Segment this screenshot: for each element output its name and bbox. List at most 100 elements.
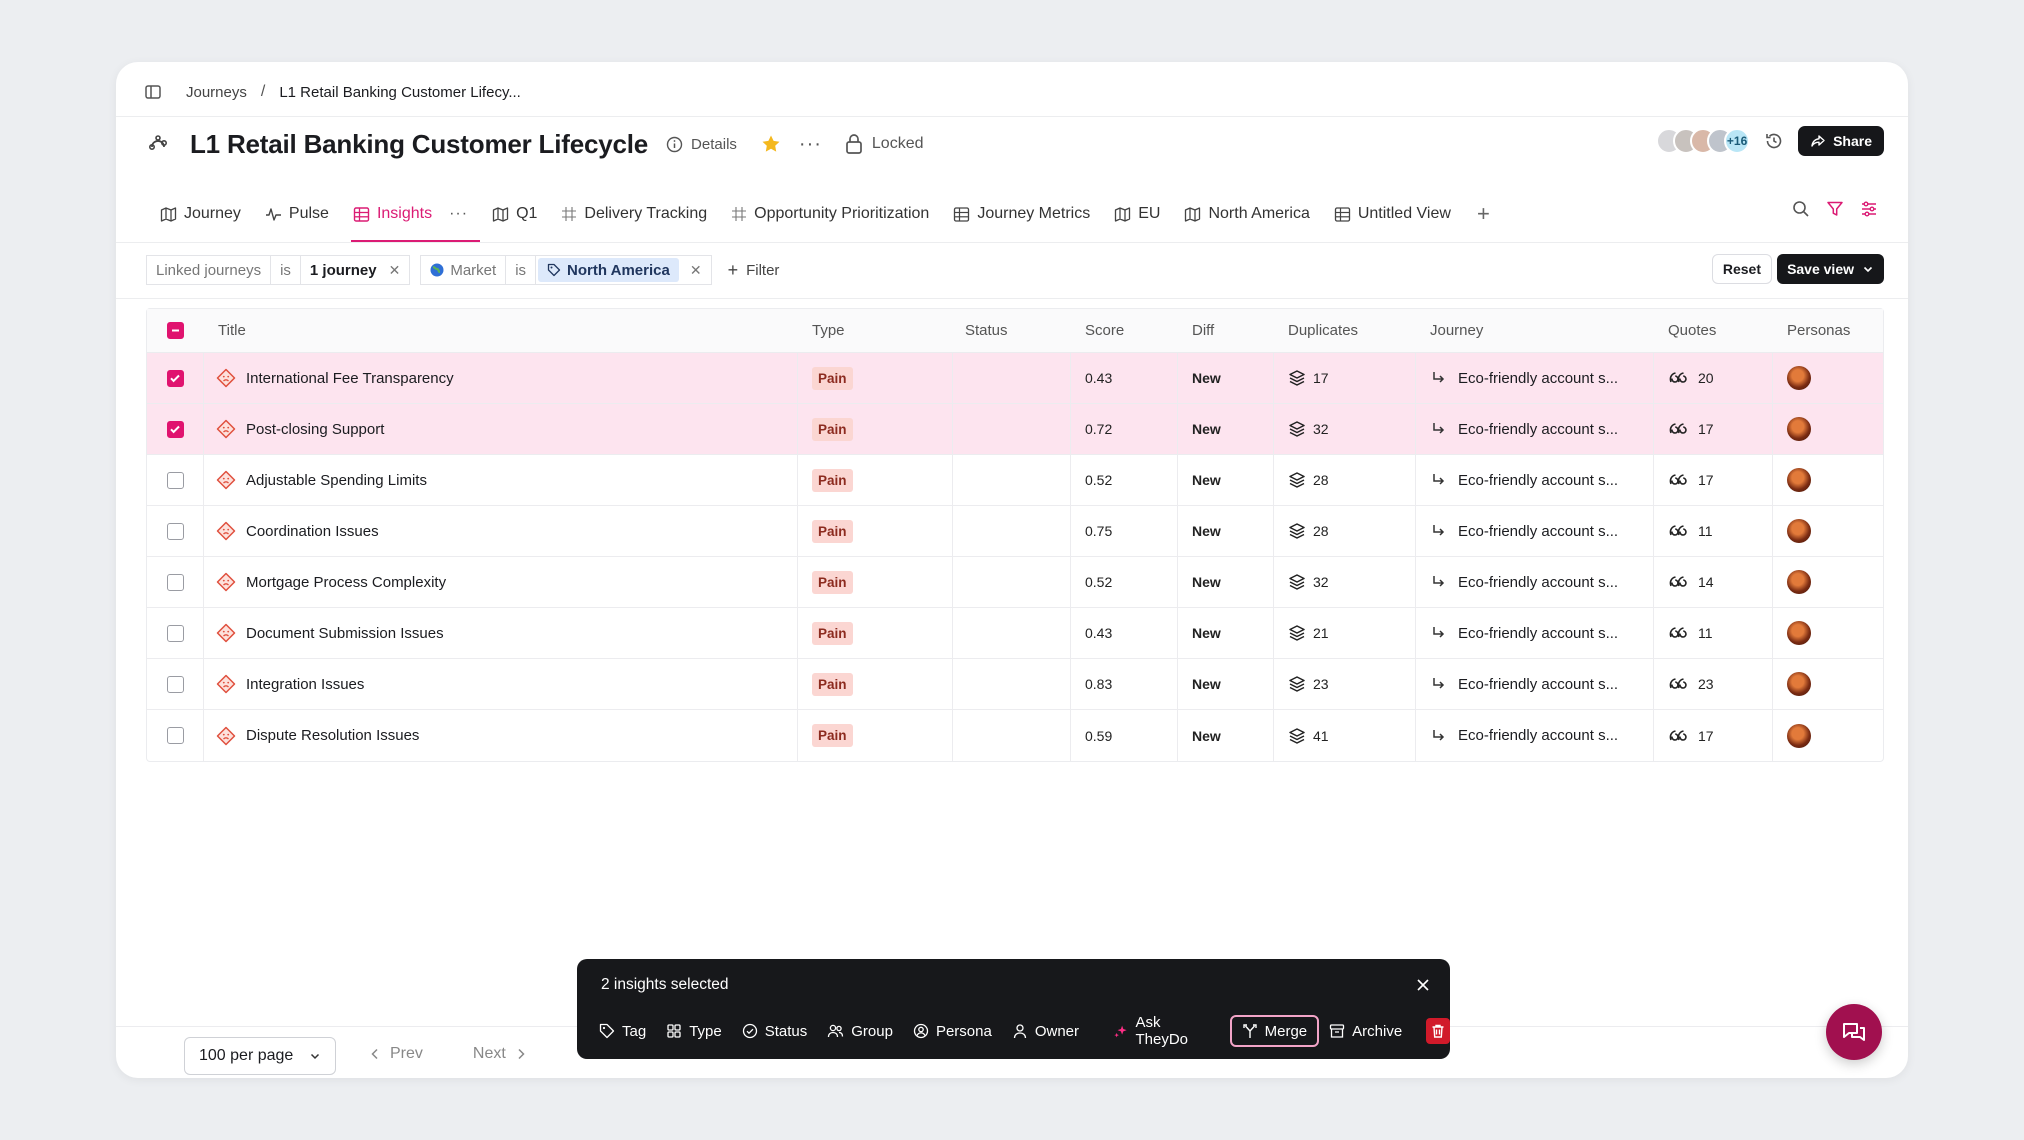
type-cell[interactable]: Pain bbox=[798, 353, 953, 403]
duplicates-cell[interactable]: 32 bbox=[1274, 404, 1416, 454]
journey-name[interactable]: Eco-friendly account s... bbox=[1458, 421, 1618, 438]
chat-support-button[interactable] bbox=[1826, 1004, 1882, 1060]
persona-avatar[interactable] bbox=[1787, 417, 1811, 441]
table-row[interactable]: Integration Issues Pain 0.83 New 23 Eco-frien… bbox=[147, 659, 1883, 710]
column-header-diff[interactable]: Diff bbox=[1178, 309, 1274, 352]
journey-cell[interactable]: Eco-friendly account s... bbox=[1416, 404, 1654, 454]
journey-name[interactable]: Eco-friendly account s... bbox=[1458, 472, 1618, 489]
quotes-cell[interactable]: 11 bbox=[1654, 608, 1773, 658]
personas-cell[interactable] bbox=[1773, 608, 1883, 658]
collaborator-avatars[interactable]: +16 bbox=[1656, 128, 1751, 154]
type-cell[interactable]: Pain bbox=[798, 608, 953, 658]
duplicates-cell[interactable]: 23 bbox=[1274, 659, 1416, 709]
journey-name[interactable]: Eco-friendly account s... bbox=[1458, 625, 1618, 642]
persona-avatar[interactable] bbox=[1787, 519, 1811, 543]
breadcrumb-journeys[interactable]: Journeys bbox=[186, 84, 247, 101]
journey-name[interactable]: Eco-friendly account s... bbox=[1458, 727, 1618, 744]
star-icon[interactable] bbox=[761, 134, 781, 154]
column-header-duplicates[interactable]: Duplicates bbox=[1274, 309, 1416, 352]
insight-title[interactable]: International Fee Transparency bbox=[246, 370, 454, 387]
history-icon[interactable] bbox=[1764, 131, 1784, 151]
personas-cell[interactable] bbox=[1773, 455, 1883, 505]
title-cell[interactable]: Post-closing Support bbox=[204, 404, 798, 454]
personas-cell[interactable] bbox=[1773, 353, 1883, 403]
tag-action-button[interactable]: Tag bbox=[599, 1015, 656, 1047]
column-header-score[interactable]: Score bbox=[1071, 309, 1178, 352]
personas-cell[interactable] bbox=[1773, 659, 1883, 709]
quotes-cell[interactable]: 23 bbox=[1654, 659, 1773, 709]
type-cell[interactable]: Pain bbox=[798, 455, 953, 505]
type-cell[interactable]: Pain bbox=[798, 404, 953, 454]
duplicates-cell[interactable]: 21 bbox=[1274, 608, 1416, 658]
status-cell[interactable] bbox=[953, 404, 1071, 454]
merge-button[interactable]: Merge bbox=[1229, 1015, 1320, 1047]
persona-avatar[interactable] bbox=[1787, 366, 1811, 390]
journey-name[interactable]: Eco-friendly account s... bbox=[1458, 523, 1618, 540]
add-filter-button[interactable]: + Filter bbox=[728, 260, 780, 281]
journey-name[interactable]: Eco-friendly account s... bbox=[1458, 574, 1618, 591]
journey-cell[interactable]: Eco-friendly account s... bbox=[1416, 608, 1654, 658]
quotes-cell[interactable]: 20 bbox=[1654, 353, 1773, 403]
column-header-personas[interactable]: Personas bbox=[1773, 309, 1883, 352]
per-page-select[interactable]: 100 per page bbox=[184, 1037, 336, 1075]
owner-action-button[interactable]: Owner bbox=[1012, 1015, 1089, 1047]
personas-cell[interactable] bbox=[1773, 710, 1883, 761]
quotes-cell[interactable]: 17 bbox=[1654, 455, 1773, 505]
add-view-icon[interactable]: + bbox=[1477, 201, 1490, 227]
tab-journey[interactable]: Journey bbox=[148, 186, 253, 242]
tab-journey-metrics[interactable]: Journey Metrics bbox=[941, 186, 1102, 242]
table-row[interactable]: Document Submission Issues Pain 0.43 New 21 E… bbox=[147, 608, 1883, 659]
journey-cell[interactable]: Eco-friendly account s... bbox=[1416, 710, 1654, 761]
archive-button[interactable]: Archive bbox=[1329, 1015, 1412, 1047]
delete-button[interactable] bbox=[1426, 1018, 1450, 1044]
status-cell[interactable] bbox=[953, 506, 1071, 556]
type-action-button[interactable]: Type bbox=[666, 1015, 732, 1047]
persona-action-button[interactable]: Persona bbox=[913, 1015, 1002, 1047]
ask-theydo-button[interactable]: Ask TheyDo bbox=[1113, 1014, 1220, 1048]
type-cell[interactable]: Pain bbox=[798, 710, 953, 761]
insight-title[interactable]: Document Submission Issues bbox=[246, 625, 444, 642]
journey-cell[interactable]: Eco-friendly account s... bbox=[1416, 455, 1654, 505]
personas-cell[interactable] bbox=[1773, 557, 1883, 607]
title-cell[interactable]: Coordination Issues bbox=[204, 506, 798, 556]
table-row[interactable]: Dispute Resolution Issues Pain 0.59 New 41 Ec… bbox=[147, 710, 1883, 761]
title-cell[interactable]: Dispute Resolution Issues bbox=[204, 710, 798, 761]
details-button[interactable]: Details bbox=[666, 136, 737, 153]
row-checkbox[interactable] bbox=[166, 573, 184, 591]
row-checkbox[interactable] bbox=[166, 369, 184, 387]
journey-name[interactable]: Eco-friendly account s... bbox=[1458, 370, 1618, 387]
status-cell[interactable] bbox=[953, 608, 1071, 658]
save-view-button[interactable]: Save view bbox=[1777, 254, 1884, 284]
column-header-type[interactable]: Type bbox=[798, 309, 953, 352]
journey-cell[interactable]: Eco-friendly account s... bbox=[1416, 557, 1654, 607]
next-button[interactable]: Next bbox=[473, 1045, 526, 1063]
quotes-cell[interactable]: 17 bbox=[1654, 710, 1773, 761]
title-cell[interactable]: Integration Issues bbox=[204, 659, 798, 709]
title-cell[interactable]: Mortgage Process Complexity bbox=[204, 557, 798, 607]
prev-button[interactable]: Prev bbox=[370, 1045, 423, 1063]
table-row[interactable]: Mortgage Process Complexity Pain 0.52 New 32… bbox=[147, 557, 1883, 608]
breadcrumb-current[interactable]: L1 Retail Banking Customer Lifecy... bbox=[279, 84, 521, 101]
row-checkbox[interactable] bbox=[166, 471, 184, 489]
tab-more-icon[interactable]: ··· bbox=[449, 205, 468, 223]
quotes-cell[interactable]: 14 bbox=[1654, 557, 1773, 607]
filter-chip-linked-journeys[interactable]: Linked journeys is 1 journey ✕ bbox=[146, 255, 411, 285]
title-cell[interactable]: Adjustable Spending Limits bbox=[204, 455, 798, 505]
tab-eu[interactable]: EU bbox=[1102, 186, 1172, 242]
remove-filter-icon[interactable]: ✕ bbox=[377, 256, 401, 284]
row-checkbox[interactable] bbox=[166, 522, 184, 540]
type-cell[interactable]: Pain bbox=[798, 659, 953, 709]
journey-cell[interactable]: Eco-friendly account s... bbox=[1416, 659, 1654, 709]
column-header-status[interactable]: Status bbox=[953, 309, 1071, 352]
journey-cell[interactable]: Eco-friendly account s... bbox=[1416, 353, 1654, 403]
journey-name[interactable]: Eco-friendly account s... bbox=[1458, 676, 1618, 693]
status-cell[interactable] bbox=[953, 353, 1071, 403]
filter-icon[interactable] bbox=[1826, 200, 1844, 218]
duplicates-cell[interactable]: 28 bbox=[1274, 506, 1416, 556]
row-checkbox[interactable] bbox=[166, 727, 184, 744]
persona-avatar[interactable] bbox=[1787, 723, 1811, 748]
duplicates-cell[interactable]: 32 bbox=[1274, 557, 1416, 607]
reset-button[interactable]: Reset bbox=[1711, 254, 1772, 284]
type-cell[interactable]: Pain bbox=[798, 557, 953, 607]
row-checkbox[interactable] bbox=[166, 675, 184, 693]
